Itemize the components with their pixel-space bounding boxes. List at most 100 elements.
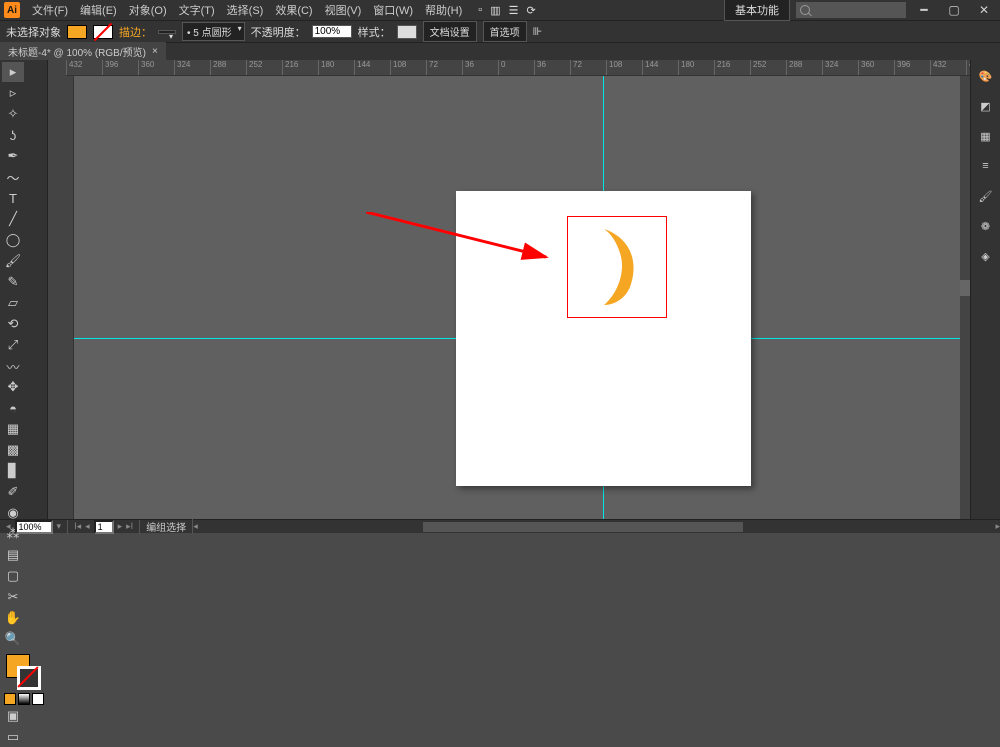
zoom-tool[interactable]: 🔍 xyxy=(2,629,24,649)
close-button[interactable]: ✕ xyxy=(972,2,996,18)
brushes-panel-icon[interactable]: 🖌 xyxy=(976,186,996,206)
crescent-moon-shape[interactable] xyxy=(598,229,640,305)
opacity-input[interactable] xyxy=(312,25,352,38)
lasso-tool[interactable]: ʖ xyxy=(2,125,24,145)
slice-tool[interactable]: ✂ xyxy=(2,587,24,607)
perspective-tool[interactable]: ▦ xyxy=(2,419,24,439)
ellipse-tool[interactable]: ◯ xyxy=(2,230,24,250)
menu-window[interactable]: 窗口(W) xyxy=(367,2,419,18)
symbols-panel-icon[interactable]: ❁ xyxy=(976,216,996,236)
status-mode-label: 编组选择 xyxy=(146,519,186,534)
pen-tool[interactable]: ✒ xyxy=(2,146,24,166)
width-tool[interactable]: 〰 xyxy=(2,356,24,376)
grid-icon[interactable]: ▥ xyxy=(490,4,500,17)
maximize-button[interactable]: ▢ xyxy=(942,2,966,18)
stroke-label: 描边： xyxy=(119,24,152,40)
horizontal-scrollbar-thumb[interactable] xyxy=(423,522,743,532)
document-setup-button[interactable]: 文档设置 xyxy=(423,21,477,42)
zoom-level-input[interactable] xyxy=(15,520,53,534)
line-tool[interactable]: ╱ xyxy=(2,209,24,229)
menu-edit[interactable]: 编辑(E) xyxy=(74,2,123,18)
minimize-button[interactable]: ━ xyxy=(912,2,936,18)
selection-status: 未选择对象 xyxy=(6,24,61,40)
menu-type[interactable]: 文字(T) xyxy=(173,2,221,18)
eyedropper-tool[interactable]: ✐ xyxy=(2,482,24,502)
color-panel-icon[interactable]: 🎨 xyxy=(976,66,996,86)
search-input[interactable] xyxy=(796,2,906,18)
first-artboard-icon[interactable]: I◂ xyxy=(74,521,81,532)
left-gutter xyxy=(48,60,66,519)
preferences-button[interactable]: 首选项 xyxy=(483,21,527,42)
graphic-style-swatch[interactable] xyxy=(397,25,417,39)
layers-panel-icon[interactable]: ◈ xyxy=(976,246,996,266)
control-bar: 未选择对象 描边： • 5 点圆形 不透明度： 样式： 文档设置 首选项 ⊪ xyxy=(0,20,1000,42)
gradient-tool[interactable]: ▊ xyxy=(2,461,24,481)
menu-object[interactable]: 对象(O) xyxy=(123,2,173,18)
free-transform-tool[interactable]: ✥ xyxy=(2,377,24,397)
last-artboard-icon[interactable]: ▸I xyxy=(126,521,133,532)
vertical-scrollbar[interactable] xyxy=(960,76,970,519)
annotation-arrow xyxy=(366,212,576,272)
screen-mode-full[interactable]: ▭ xyxy=(2,727,24,747)
horizontal-ruler: 4323963603242882522161801441087236036721… xyxy=(66,60,970,76)
fill-stroke-indicator[interactable] xyxy=(2,654,45,690)
layout-icon[interactable]: ▫ xyxy=(478,4,482,17)
status-bar: ◂ ▾ I◂ ◂ ▸ ▸I 编组选择 ◂ ▸ xyxy=(0,519,1000,533)
workspace-switcher[interactable]: 基本功能 xyxy=(724,0,790,21)
menu-file[interactable]: 文件(F) xyxy=(26,2,74,18)
selection-tool[interactable]: ▸ xyxy=(2,62,24,82)
solid-color-mode[interactable] xyxy=(4,693,16,705)
opacity-label: 不透明度： xyxy=(251,24,306,40)
hand-tool[interactable]: ✋ xyxy=(2,608,24,628)
zoom-dropdown-icon[interactable]: ▾ xyxy=(57,521,62,532)
vertical-scrollbar-thumb[interactable] xyxy=(960,280,970,296)
stroke-color-swatch[interactable] xyxy=(93,25,113,39)
mesh-tool[interactable]: ▩ xyxy=(2,440,24,460)
extra-icon[interactable]: ⟳ xyxy=(526,4,535,17)
stroke-panel-icon[interactable]: ≡ xyxy=(976,156,996,176)
stroke-style-dropdown[interactable]: • 5 点圆形 xyxy=(182,22,245,41)
direct-selection-tool[interactable]: ▹ xyxy=(2,83,24,103)
type-tool[interactable]: T xyxy=(2,188,24,208)
menu-help[interactable]: 帮助(H) xyxy=(419,2,468,18)
menu-select[interactable]: 选择(S) xyxy=(221,2,270,18)
gradient-mode[interactable] xyxy=(18,693,30,705)
curvature-tool[interactable]: ～ xyxy=(2,167,24,187)
menu-view[interactable]: 视图(V) xyxy=(319,2,368,18)
scroll-right-icon[interactable]: ▸ xyxy=(995,521,1000,532)
main-area: ▸ ▹ ✧ ʖ ✒ ～ T ╱ ◯ 🖌 ✎ ▱ ⟲ ⤢ 〰 ✥ ◓ ▦ ▩ ▊ … xyxy=(0,60,1000,519)
document-tab[interactable]: 未标题-4* @ 100% (RGB/预览) × xyxy=(0,42,166,61)
close-tab-icon[interactable]: × xyxy=(152,46,158,57)
shape-builder-tool[interactable]: ◓ xyxy=(2,398,24,418)
color-mode-row xyxy=(2,693,45,705)
artboard-number-input[interactable] xyxy=(94,520,114,534)
graph-tool[interactable]: ▤ xyxy=(2,545,24,565)
swatches-panel-icon[interactable]: ▦ xyxy=(976,126,996,146)
zoom-out-icon[interactable]: ◂ xyxy=(6,521,11,532)
document-tab-title: 未标题-4* @ 100% (RGB/预览) xyxy=(8,44,146,59)
pencil-tool[interactable]: ✎ xyxy=(2,272,24,292)
fill-color-swatch[interactable] xyxy=(67,25,87,39)
screen-mode-normal[interactable]: ▣ xyxy=(2,706,24,726)
horizontal-scrollbar[interactable] xyxy=(202,522,992,532)
magic-wand-tool[interactable]: ✧ xyxy=(2,104,24,124)
eraser-tool[interactable]: ▱ xyxy=(2,293,24,313)
artboard-tool[interactable]: ▢ xyxy=(2,566,24,586)
color-guide-panel-icon[interactable]: ◩ xyxy=(976,96,996,116)
vertical-ruler xyxy=(66,76,74,519)
paintbrush-tool[interactable]: 🖌 xyxy=(2,251,24,271)
menu-bar: Ai 文件(F) 编辑(E) 对象(O) 文字(T) 选择(S) 效果(C) 视… xyxy=(0,0,1000,20)
arrange-icon[interactable]: ☰ xyxy=(509,4,519,17)
rotate-tool[interactable]: ⟲ xyxy=(2,314,24,334)
scale-tool[interactable]: ⤢ xyxy=(2,335,24,355)
next-artboard-icon[interactable]: ▸ xyxy=(118,521,123,532)
scroll-left-icon[interactable]: ◂ xyxy=(193,521,198,532)
align-icon[interactable]: ⊪ xyxy=(533,25,543,38)
style-label: 样式： xyxy=(358,24,391,40)
stroke-weight-dropdown[interactable] xyxy=(158,30,176,34)
prev-artboard-icon[interactable]: ◂ xyxy=(85,521,90,532)
canvas[interactable]: 4323963603242882522161801441087236036721… xyxy=(66,60,970,519)
menu-effect[interactable]: 效果(C) xyxy=(269,2,318,18)
none-mode[interactable] xyxy=(32,693,44,705)
stroke-indicator[interactable] xyxy=(17,666,41,690)
